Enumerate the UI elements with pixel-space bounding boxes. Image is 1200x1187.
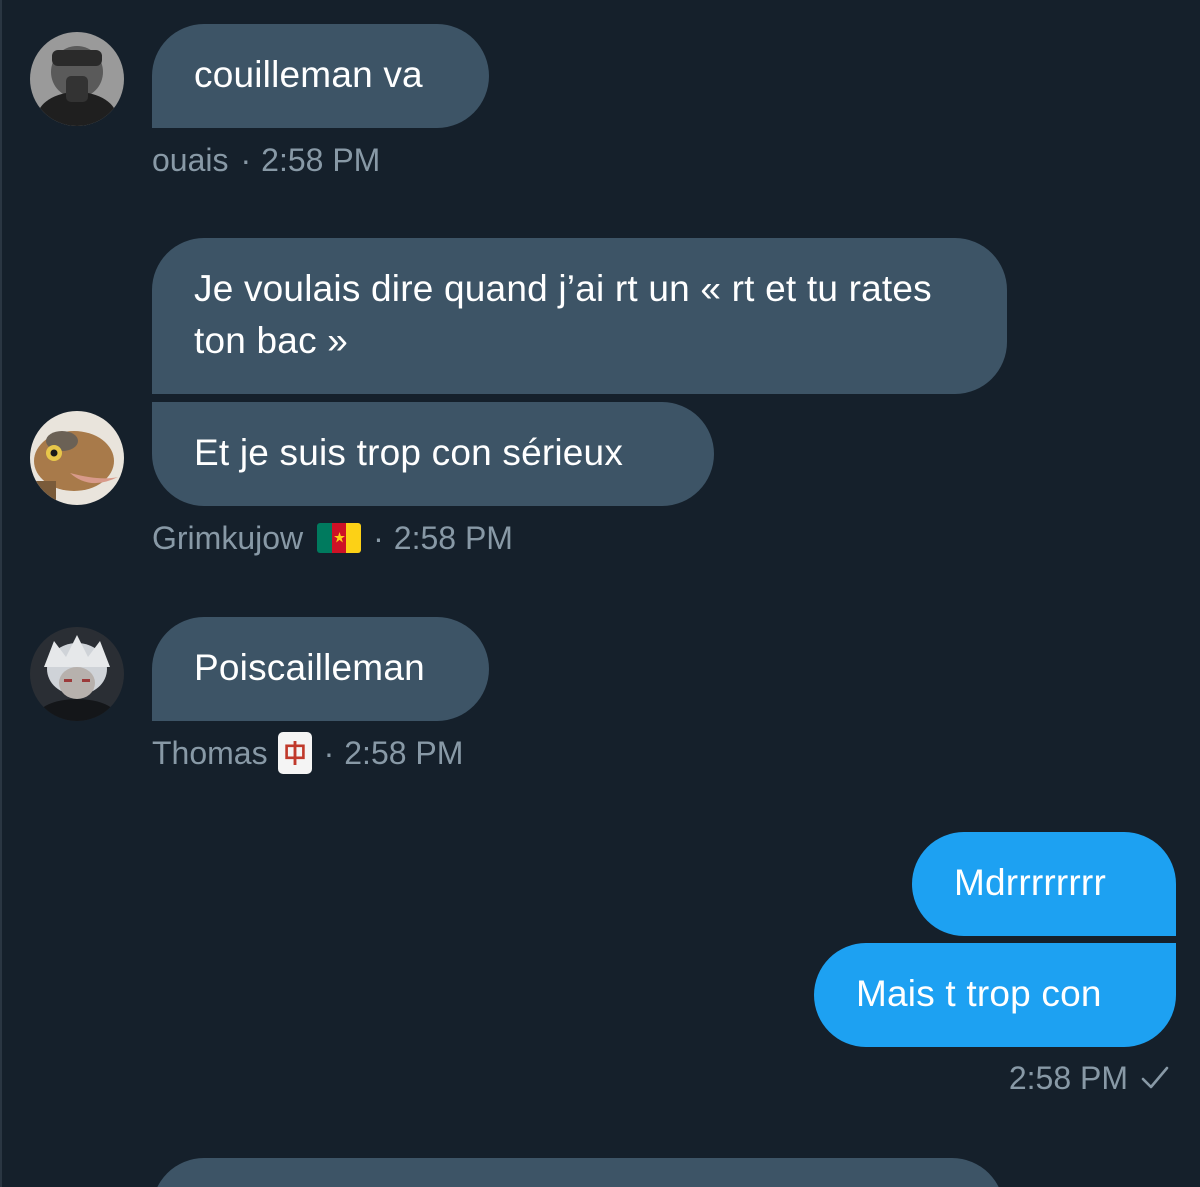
avatar[interactable] [30, 411, 124, 505]
message-bubble-outgoing[interactable]: Mais t trop con [814, 943, 1176, 1047]
checkmark-icon [1141, 1066, 1169, 1089]
message-meta: ouais · 2:58 PM [152, 140, 381, 180]
message-text: Poiscailleman [194, 647, 425, 688]
conversation-view[interactable]: couilleman va ouais · 2:58 PM Je voulais… [0, 0, 1200, 1187]
avatar-image [30, 32, 124, 126]
sender-name[interactable]: ouais [152, 140, 229, 180]
avatar[interactable] [30, 32, 124, 126]
timestamp: 2:58 PM [261, 142, 381, 178]
message-text: Mais t trop con [856, 973, 1102, 1014]
avatar[interactable] [30, 627, 124, 721]
message-meta: Grimkujow · 2:58 PM [152, 518, 513, 558]
sender-name[interactable]: Grimkujow [152, 518, 303, 558]
message-text: couilleman va [194, 54, 423, 95]
timestamp: 2:58 PM [1008, 1060, 1128, 1096]
message-bubble[interactable]: Et je suis trop con sérieux [152, 402, 714, 506]
flag-cameroon-icon [317, 523, 362, 553]
avatar-image [30, 627, 124, 721]
mahjong-red-dragon-icon [277, 732, 312, 774]
message-bubble[interactable]: Je voulais dire quand j’ai rt un « rt et… [152, 238, 1007, 394]
message-text: Mdrrrrrrrr [954, 862, 1106, 903]
sender-name[interactable]: Thomas [152, 733, 268, 773]
message-bubble[interactable]: Poiscailleman [152, 617, 489, 721]
avatar-image [30, 411, 124, 505]
message-text: Et je suis trop con sérieux [194, 432, 624, 473]
message-meta: 2:58 PM [1009, 1058, 1170, 1098]
message-bubble-partial[interactable] [152, 1158, 1004, 1187]
message-bubble-outgoing[interactable]: Mdrrrrrrrr [912, 832, 1176, 936]
timestamp: 2:58 PM [393, 520, 513, 556]
timestamp: 2:58 PM [344, 735, 464, 771]
message-bubble[interactable]: couilleman va [152, 24, 489, 128]
message-text: Je voulais dire quand j’ai rt un « rt et… [194, 268, 932, 361]
message-meta: Thomas · 2:58 PM [152, 732, 463, 774]
